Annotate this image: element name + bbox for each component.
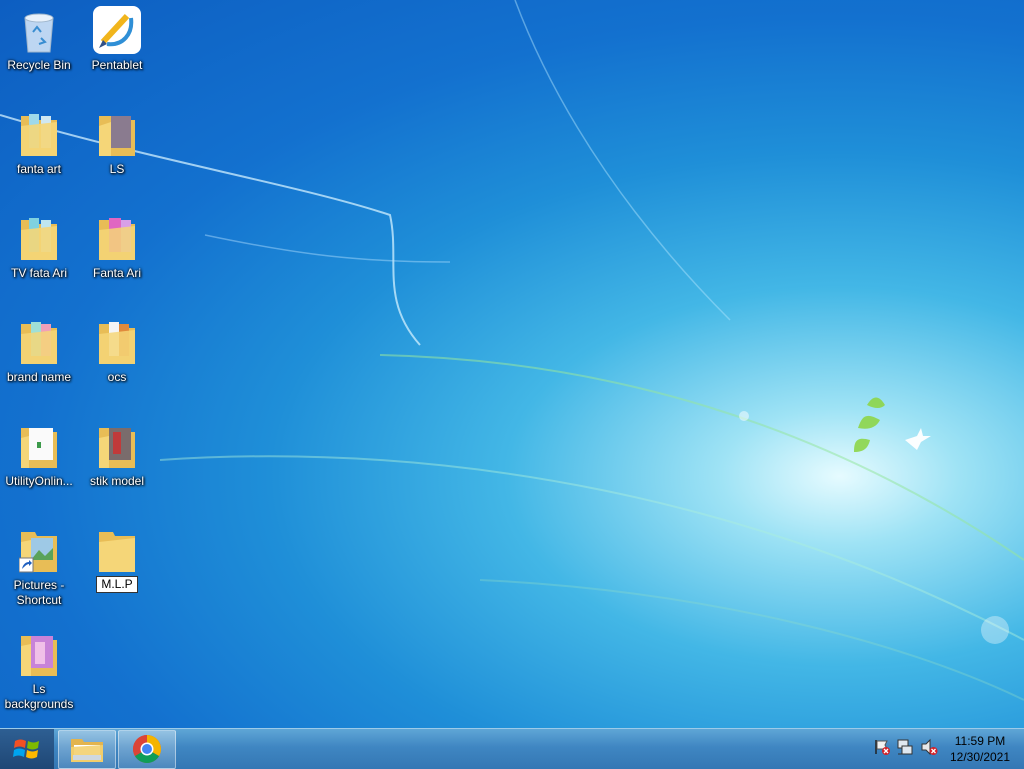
pentablet-app-icon bbox=[93, 6, 141, 54]
folder-icon bbox=[19, 422, 59, 470]
desktop-icon-label: TV fata Ari bbox=[10, 266, 68, 280]
rename-text-field[interactable]: M.L.P bbox=[96, 576, 138, 593]
desktop-icon-label: UtilityOnlin... bbox=[5, 474, 73, 488]
desktop-icon-label: Recycle Bin bbox=[7, 58, 71, 72]
green-leaves-decoration bbox=[854, 397, 885, 452]
desktop-icon-folder[interactable]: LS bbox=[79, 110, 155, 177]
desktop-icon-label: ocs bbox=[107, 370, 127, 384]
desktop-icon-folder[interactable]: ocs bbox=[79, 318, 155, 385]
desktop-icon-label: stik model bbox=[89, 474, 145, 488]
taskbar-clock[interactable]: 11:59 PM 12/30/2021 bbox=[944, 733, 1016, 765]
taskbar-file-explorer-button[interactable] bbox=[58, 730, 116, 769]
clock-time: 11:59 PM bbox=[954, 734, 1006, 748]
folder-icon bbox=[97, 526, 137, 574]
desktop-icon-label: Pentablet bbox=[91, 58, 143, 72]
chrome-icon bbox=[133, 735, 161, 763]
desktop-icon-folder[interactable]: Fanta Ari bbox=[79, 214, 155, 281]
desktop-icon-label: Ls backgrounds bbox=[4, 682, 74, 711]
desktop-icon-folder[interactable]: TV fata Ari bbox=[1, 214, 77, 281]
clock-date: 12/30/2021 bbox=[949, 750, 1011, 764]
folder-shortcut-icon bbox=[18, 526, 59, 574]
folder-icon bbox=[19, 214, 59, 262]
desktop-icon-label: fanta art bbox=[16, 162, 62, 176]
folder-icon bbox=[19, 110, 59, 158]
folder-icon bbox=[19, 630, 59, 678]
folder-icon bbox=[97, 422, 137, 470]
desktop-icon-label: Pictures - Shortcut bbox=[13, 578, 65, 607]
folder-icon bbox=[97, 318, 137, 366]
action-center-flag-icon[interactable] bbox=[873, 738, 891, 756]
taskbar-chrome-button[interactable] bbox=[118, 730, 176, 769]
desktop-icon-label: brand name bbox=[6, 370, 72, 384]
desktop-icon-folder[interactable]: brand name bbox=[1, 318, 77, 385]
volume-muted-icon[interactable] bbox=[920, 738, 938, 756]
desktop-icon-folder[interactable]: Ls backgrounds bbox=[1, 630, 77, 712]
desktop-icon-folder[interactable]: UtilityOnlin... bbox=[1, 422, 77, 489]
desktop-icon-folder[interactable]: stik model bbox=[79, 422, 155, 489]
taskbar: 11:59 PM 12/30/2021 bbox=[0, 728, 1024, 769]
folder-icon bbox=[97, 110, 137, 158]
desktop-icon-folder[interactable]: fanta art bbox=[1, 110, 77, 177]
file-explorer-icon bbox=[71, 739, 103, 762]
folder-icon bbox=[19, 318, 59, 366]
desktop-icon-folder-renaming[interactable]: M.L.P bbox=[79, 526, 155, 593]
folder-icon bbox=[97, 214, 137, 262]
windows-logo-icon bbox=[13, 739, 39, 759]
desktop-icon-recycle-bin[interactable]: Recycle Bin bbox=[1, 6, 77, 73]
start-button[interactable] bbox=[0, 729, 54, 769]
desktop-icon-label: Fanta Ari bbox=[92, 266, 142, 280]
network-icon[interactable] bbox=[896, 738, 914, 756]
recycle-bin-icon bbox=[19, 6, 59, 54]
desktop-icon-pentablet[interactable]: Pentablet bbox=[79, 6, 155, 73]
desktop-icon-label: LS bbox=[109, 162, 125, 176]
white-bird-decoration bbox=[905, 428, 931, 450]
desktop-icon-shortcut[interactable]: Pictures - Shortcut bbox=[1, 526, 77, 608]
